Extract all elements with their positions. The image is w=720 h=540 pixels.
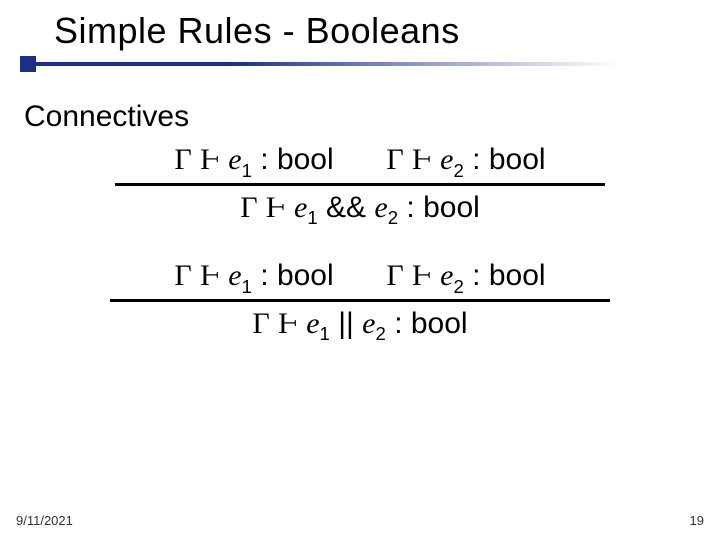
inference-line (110, 299, 610, 302)
footer: 9/11/2021 19 (16, 513, 704, 528)
footer-date: 9/11/2021 (16, 513, 73, 528)
operator-or: || (338, 307, 354, 340)
body: Connectives Γ Ⱶ e1 : bool Γ Ⱶ e2 : bool (24, 100, 696, 372)
premise-e2-bool: Γ Ⱶ e2 : bool (386, 143, 545, 176)
premise-e1-bool: Γ Ⱶ e1 : bool (174, 259, 342, 292)
title-underline (20, 62, 620, 66)
page-number: 19 (690, 513, 704, 528)
slide: Simple Rules - Booleans Connectives Γ Ⱶ … (0, 0, 720, 540)
slide-title: Simple Rules - Booleans (54, 10, 460, 52)
inference-rule-or: Γ Ⱶ e1 : bool Γ Ⱶ e2 : bool Γ Ⱶ (24, 256, 696, 344)
premises-or: Γ Ⱶ e1 : bool Γ Ⱶ e2 : bool (174, 256, 545, 297)
section-heading: Connectives (24, 100, 696, 134)
title-block: Simple Rules - Booleans (54, 10, 460, 52)
premises-and: Γ Ⱶ e1 : bool Γ Ⱶ e2 : bool (174, 140, 545, 181)
premise-e2-bool: Γ Ⱶ e2 : bool (386, 259, 545, 292)
inference-line (115, 183, 605, 186)
operator-and: && (326, 191, 366, 224)
premise-e1-bool: Γ Ⱶ e1 : bool (174, 143, 342, 176)
conclusion-and: Γ Ⱶ e1 && e2 : bool (24, 188, 696, 229)
conclusion-or: Γ Ⱶ e1 || e2 : bool (24, 304, 696, 345)
inference-rule-and: Γ Ⱶ e1 : bool Γ Ⱶ e2 : bool Γ Ⱶ (24, 140, 696, 228)
